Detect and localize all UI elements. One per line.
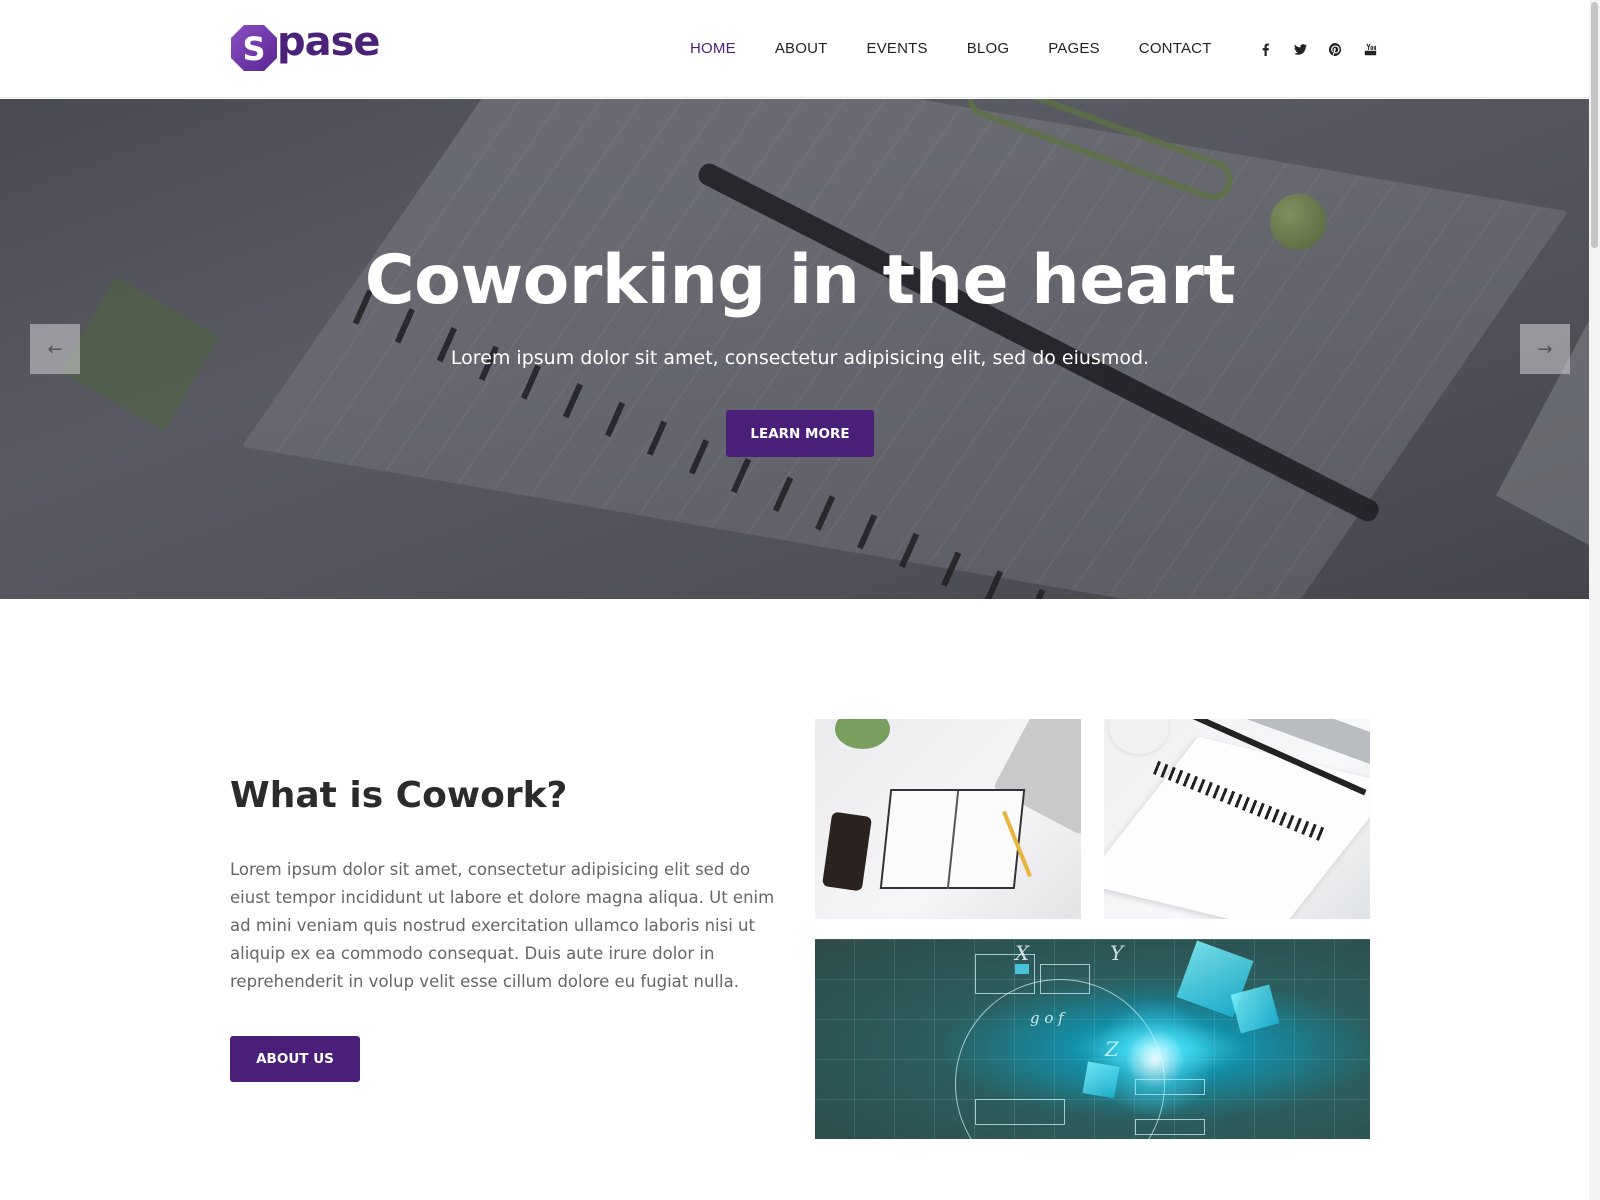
light-glow [1095, 999, 1215, 1119]
arrow-marker-shape [1015, 964, 1029, 974]
logo-letter: S [242, 30, 265, 68]
about-title: What is Cowork? [230, 775, 568, 816]
social-links [1248, 40, 1388, 58]
twitter-icon[interactable] [1283, 40, 1318, 58]
nav-pages[interactable]: PAGES [1048, 40, 1100, 57]
spiral-notebook-shape [1104, 736, 1370, 919]
photo-spiral-notebook [1104, 719, 1370, 919]
arrow-right-icon: → [1537, 338, 1553, 360]
learn-more-button[interactable]: LEARN MORE [726, 410, 874, 457]
photo-notebook-desk [815, 719, 1081, 919]
arrow-left-icon: ← [47, 338, 63, 360]
nav-contact[interactable]: CONTACT [1139, 40, 1212, 57]
plant-shape [835, 719, 890, 749]
nav-events[interactable]: EVENTS [867, 40, 928, 57]
cup-shape [1109, 719, 1169, 754]
page-scrollbar[interactable] [1589, 0, 1600, 1200]
about-us-button[interactable]: ABOUT US [230, 1036, 360, 1082]
youtube-icon[interactable] [1353, 40, 1388, 58]
slider-prev-button[interactable]: ← [30, 324, 80, 374]
scrollbar-thumb[interactable] [1591, 2, 1598, 248]
logo-text: pase [277, 19, 381, 65]
hero-title: Coworking in the heart [364, 241, 1236, 320]
logo-mark-icon: S [229, 23, 279, 73]
math-label-x: X [1015, 941, 1030, 965]
site-header: S pase HOME ABOUT EVENTS BLOG PAGES CONT… [0, 0, 1600, 98]
phone-shape [821, 811, 873, 892]
photo-math-graphics: X Y g o f Z [815, 939, 1370, 1139]
math-label-gof: g o f [1030, 1009, 1064, 1027]
about-text: Lorem ipsum dolor sit amet, consectetur … [230, 860, 775, 991]
nav-blog[interactable]: BLOG [967, 40, 1009, 57]
main-nav: HOME ABOUT EVENTS BLOG PAGES CONTACT [690, 40, 1251, 57]
hero-subtitle: Lorem ipsum dolor sit amet, consectetur … [450, 347, 1150, 369]
logo[interactable]: S pase [229, 19, 381, 74]
hero-slider: Coworking in the heart Lorem ipsum dolor… [0, 99, 1600, 599]
slider-next-button[interactable]: → [1520, 324, 1570, 374]
pinterest-icon[interactable] [1318, 40, 1353, 58]
nav-about[interactable]: ABOUT [775, 40, 828, 57]
facebook-icon[interactable] [1248, 40, 1283, 58]
math-label-y: Y [1110, 941, 1124, 965]
nav-home[interactable]: HOME [690, 40, 736, 57]
